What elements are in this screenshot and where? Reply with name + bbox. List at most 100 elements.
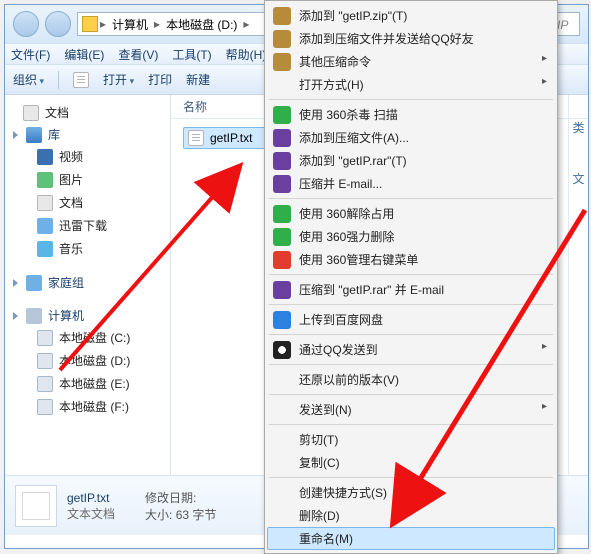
sidebar-drive-c[interactable]: 本地磁盘 (C:) <box>9 326 166 349</box>
ctx-item[interactable]: 发送到(N) <box>267 398 555 421</box>
ctx-item-label: 添加到压缩文件并发送给QQ好友 <box>299 30 474 47</box>
ctx-item-label: 使用 360管理右键菜单 <box>299 251 418 268</box>
preview-strip: 类 文 <box>568 95 588 475</box>
picture-icon <box>37 172 53 188</box>
menu-edit[interactable]: 编辑(E) <box>64 46 104 63</box>
ctx-item[interactable]: 使用 360解除占用 <box>267 202 555 225</box>
ctx-item[interactable]: 使用 360杀毒 扫描 <box>267 103 555 126</box>
ctx-item[interactable]: 上传到百度网盘 <box>267 308 555 331</box>
ctx-item[interactable]: 压缩并 E-mail... <box>267 172 555 195</box>
ctx-item[interactable]: 复制(C) <box>267 451 555 474</box>
sidebar: 文档 库 视频 图片 文档 迅雷下载 音乐 家庭组 计算机 本地磁盘 (C:) … <box>5 95 171 475</box>
details-size-label: 大小: <box>145 508 172 522</box>
sidebar-libraries-header[interactable]: 库 <box>9 124 166 145</box>
blank-icon <box>273 507 291 525</box>
ctx-item[interactable]: 重命名(M) <box>267 527 555 550</box>
ctx-item-label: 使用 360强力删除 <box>299 228 394 245</box>
s360-icon <box>273 106 291 124</box>
details-mdate-label: 修改日期: <box>145 491 196 505</box>
ctx-item[interactable]: 剪切(T) <box>267 428 555 451</box>
ctx-item[interactable]: 添加到 "getIP.zip"(T) <box>267 4 555 27</box>
ctx-item-label: 创建快捷方式(S) <box>299 484 387 501</box>
ctx-item[interactable]: 打开方式(H) <box>267 73 555 96</box>
folder-icon <box>82 16 98 32</box>
rar-icon <box>273 129 291 147</box>
rar-icon <box>273 281 291 299</box>
drive-icon <box>37 399 53 415</box>
ctx-item-label: 通过QQ发送到 <box>299 341 378 358</box>
ctx-item[interactable]: 删除(D) <box>267 504 555 527</box>
sidebar-pictures[interactable]: 图片 <box>9 168 166 191</box>
sidebar-music[interactable]: 音乐 <box>9 237 166 260</box>
homegroup-icon <box>26 275 42 291</box>
ctx-item-label: 删除(D) <box>299 507 340 524</box>
ctx-item[interactable]: 添加到压缩文件(A)... <box>267 126 555 149</box>
ctx-item[interactable]: 压缩到 "getIP.rar" 并 E-mail <box>267 278 555 301</box>
blank-icon <box>273 484 291 502</box>
ctx-item-label: 添加到 "getIP.zip"(T) <box>299 7 407 24</box>
ctx-item-label: 添加到 "getIP.rar"(T) <box>299 152 407 169</box>
menu-view[interactable]: 查看(V) <box>118 46 158 63</box>
computer-icon <box>26 308 42 324</box>
ctx-item-label: 剪切(T) <box>299 431 338 448</box>
ctx-item[interactable]: 添加到 "getIP.rar"(T) <box>267 149 555 172</box>
bd-icon <box>273 311 291 329</box>
nav-forward-button[interactable] <box>45 11 71 37</box>
doc-icon <box>37 195 53 211</box>
toolbar-open[interactable]: 打开 <box>103 71 134 88</box>
sidebar-drive-f[interactable]: 本地磁盘 (F:) <box>9 395 166 418</box>
sidebar-documents[interactable]: 文档 <box>9 101 166 124</box>
sidebar-videos[interactable]: 视频 <box>9 145 166 168</box>
drive-icon <box>37 330 53 346</box>
toolbar-organize[interactable]: 组织 <box>13 71 44 88</box>
ctx-item-label: 压缩到 "getIP.rar" 并 E-mail <box>299 281 444 298</box>
blank-icon <box>274 530 292 548</box>
rar-icon <box>273 175 291 193</box>
sidebar-documents2[interactable]: 文档 <box>9 191 166 214</box>
sidebar-homegroup[interactable]: 家庭组 <box>9 272 166 293</box>
breadcrumb-drive[interactable]: 本地磁盘 (D:) <box>162 16 241 33</box>
ctx-item[interactable]: 通过QQ发送到 <box>267 338 555 361</box>
file-thumbnail <box>15 485 57 527</box>
blank-icon <box>273 454 291 472</box>
details-kind: 文本文档 <box>67 506 115 522</box>
menu-file[interactable]: 文件(F) <box>11 46 50 63</box>
toolbar-new[interactable]: 新建 <box>186 71 210 88</box>
sidebar-drive-d[interactable]: 本地磁盘 (D:) <box>9 349 166 372</box>
zip-icon <box>273 30 291 48</box>
library-icon <box>26 127 42 143</box>
ctx-item-label: 打开方式(H) <box>299 76 364 93</box>
details-size: 63 字节 <box>176 508 217 522</box>
menu-tools[interactable]: 工具(T) <box>172 46 211 63</box>
ctx-item[interactable]: 还原以前的版本(V) <box>267 368 555 391</box>
video-icon <box>37 149 53 165</box>
q-icon <box>273 251 291 269</box>
toolbar-print[interactable]: 打印 <box>148 71 172 88</box>
download-icon <box>37 218 53 234</box>
blank-icon <box>273 401 291 419</box>
ctx-item[interactable]: 添加到压缩文件并发送给QQ好友 <box>267 27 555 50</box>
ctx-item-label: 其他压缩命令 <box>299 53 371 70</box>
ctx-item[interactable]: 使用 360强力删除 <box>267 225 555 248</box>
drive-icon <box>37 376 53 392</box>
zip-icon <box>273 53 291 71</box>
ctx-item-label: 还原以前的版本(V) <box>299 371 399 388</box>
sidebar-thunder[interactable]: 迅雷下载 <box>9 214 166 237</box>
s360-icon <box>273 205 291 223</box>
ctx-item[interactable]: 使用 360管理右键菜单 <box>267 248 555 271</box>
menu-help[interactable]: 帮助(H) <box>226 46 267 63</box>
notepad-icon <box>73 72 89 88</box>
ctx-item-label: 使用 360解除占用 <box>299 205 394 222</box>
breadcrumb-root[interactable]: 计算机 <box>108 16 152 33</box>
sidebar-computer-header[interactable]: 计算机 <box>9 305 166 326</box>
ctx-item[interactable]: 创建快捷方式(S) <box>267 481 555 504</box>
rar-icon <box>273 152 291 170</box>
blank-icon <box>273 76 291 94</box>
nav-back-button[interactable] <box>13 11 39 37</box>
blank-icon <box>273 431 291 449</box>
ctx-item-label: 重命名(M) <box>299 530 353 547</box>
doc-icon <box>23 105 39 121</box>
s360-icon <box>273 228 291 246</box>
sidebar-drive-e[interactable]: 本地磁盘 (E:) <box>9 372 166 395</box>
ctx-item[interactable]: 其他压缩命令 <box>267 50 555 73</box>
